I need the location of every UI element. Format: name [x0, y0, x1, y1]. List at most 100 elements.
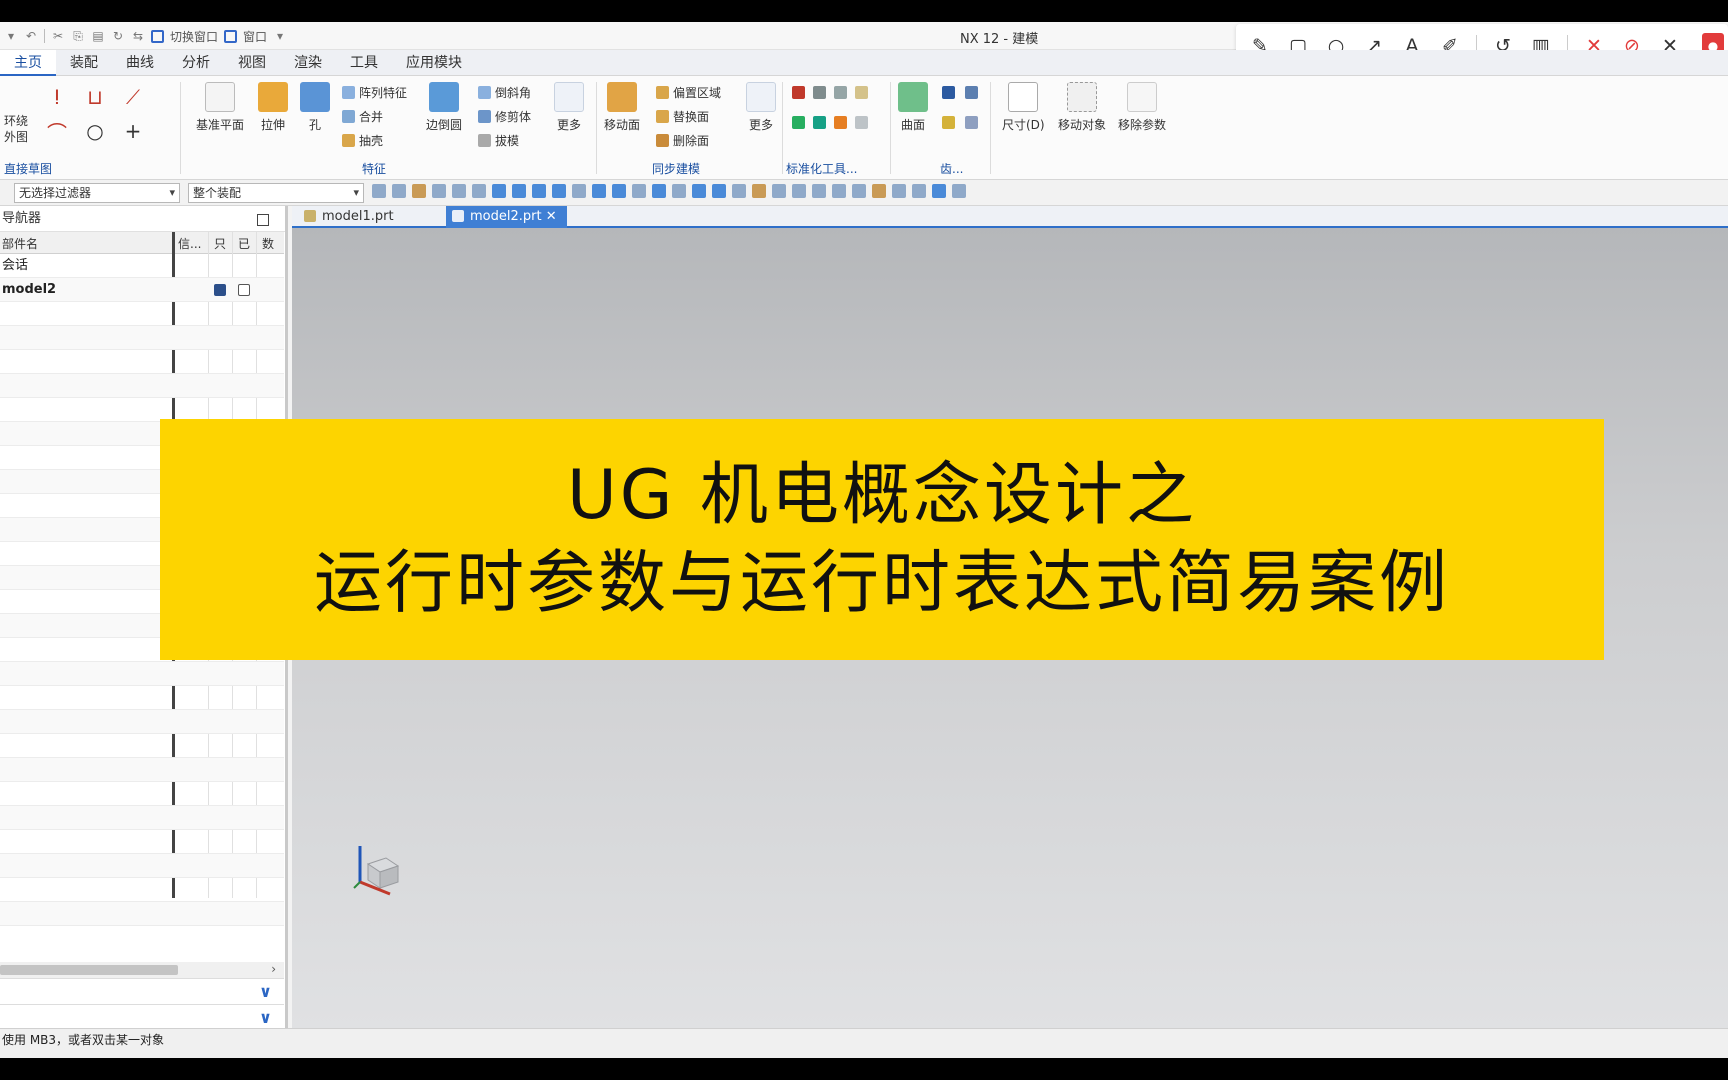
dependencies-pane[interactable]: ∨: [0, 1004, 284, 1030]
display-icon[interactable]: [912, 184, 926, 198]
quadrant-icon[interactable]: [672, 184, 686, 198]
window-icon[interactable]: [224, 29, 238, 43]
existing-point-icon[interactable]: [692, 184, 706, 198]
edge-blend-button[interactable]: 边倒圆: [426, 82, 462, 133]
mesh-icon[interactable]: [942, 116, 955, 129]
column-modified[interactable]: 已: [238, 235, 250, 252]
render-style-icon[interactable]: [812, 184, 826, 198]
pole-icon[interactable]: [772, 184, 786, 198]
line-icon[interactable]: ⟋: [120, 84, 146, 110]
endpoint-icon[interactable]: [512, 184, 526, 198]
selection-scope-select[interactable]: 整个装配: [188, 183, 364, 203]
hole-button[interactable]: 孔: [300, 82, 330, 133]
chamfer-button[interactable]: 倒斜角: [478, 84, 531, 101]
profile-icon[interactable]: ⵑ: [44, 84, 70, 110]
routing-icon[interactable]: [834, 116, 847, 129]
window-label[interactable]: 窗口: [243, 28, 267, 45]
pattern-feature-button[interactable]: 阵列特征: [342, 84, 407, 101]
delete-face-button[interactable]: 删除面: [656, 132, 709, 149]
brush-icon[interactable]: [965, 116, 978, 129]
trim-body-button[interactable]: 修剪体: [478, 108, 531, 125]
chevron-down-icon[interactable]: ∨: [259, 982, 272, 1001]
datum-plane-button[interactable]: 基准平面: [196, 82, 244, 133]
arc-center-icon[interactable]: [652, 184, 666, 198]
cube-icon[interactable]: [492, 184, 506, 198]
cut-icon[interactable]: ✂: [51, 29, 65, 43]
view-orient-icon[interactable]: [792, 184, 806, 198]
fit-icon[interactable]: [832, 184, 846, 198]
copy-icon[interactable]: ⎘: [71, 29, 85, 43]
touch-mode-icon[interactable]: ⇆: [131, 29, 145, 43]
tab-assemblies[interactable]: 装配: [56, 50, 112, 76]
spring-icon[interactable]: [834, 86, 847, 99]
close-icon[interactable]: ✕: [546, 209, 557, 224]
perpendicular-icon[interactable]: [632, 184, 646, 198]
circle-icon[interactable]: ○: [82, 118, 108, 144]
tab-view[interactable]: 视图: [224, 50, 280, 76]
preview-pane[interactable]: ∨: [0, 978, 284, 1004]
chevron-down-icon[interactable]: ∨: [259, 1008, 272, 1027]
move-object-button[interactable]: 移动对象: [1058, 82, 1106, 133]
surface-button[interactable]: 曲面: [898, 82, 928, 133]
midpoint-icon[interactable]: [532, 184, 546, 198]
table-row[interactable]: 会话: [0, 254, 284, 278]
select-icon[interactable]: [372, 184, 386, 198]
switch-window-label[interactable]: 切换窗口: [170, 28, 218, 45]
tab-tools[interactable]: 工具: [336, 50, 392, 76]
chevron-right-icon[interactable]: ›: [271, 962, 276, 976]
section-icon[interactable]: [952, 184, 966, 198]
feature-more-button[interactable]: 更多: [554, 82, 584, 133]
rectangle-icon[interactable]: ⊔: [82, 84, 108, 110]
filter-icon[interactable]: [412, 184, 426, 198]
tab-model1[interactable]: model1.prt: [298, 206, 404, 228]
move-face-button[interactable]: 移动面: [604, 82, 640, 133]
type-filter-select[interactable]: 无选择过滤器: [14, 183, 180, 203]
layer-icon[interactable]: [872, 184, 886, 198]
replace-face-button[interactable]: 替换面: [656, 108, 709, 125]
bearing-icon[interactable]: [855, 86, 868, 99]
shaded-icon[interactable]: [932, 184, 946, 198]
save-icon[interactable]: ▾: [4, 29, 18, 43]
curve-point-icon[interactable]: [612, 184, 626, 198]
point-on-face-icon[interactable]: [732, 184, 746, 198]
shell-button[interactable]: 抽壳: [342, 132, 383, 149]
scrollbar-thumb[interactable]: [0, 965, 178, 975]
column-part-name[interactable]: 部件名: [2, 235, 38, 252]
tab-analysis[interactable]: 分析: [168, 50, 224, 76]
line-point-icon[interactable]: [552, 184, 566, 198]
intersection-icon[interactable]: [592, 184, 606, 198]
column-readonly[interactable]: 只: [214, 235, 226, 252]
draft-button[interactable]: 拔模: [478, 132, 519, 149]
deselect-icon[interactable]: [392, 184, 406, 198]
offset-region-button[interactable]: 偏置区域: [656, 84, 721, 101]
snap-icon[interactable]: [432, 184, 446, 198]
table-row[interactable]: model2: [0, 278, 284, 302]
point-on-curve-icon[interactable]: [712, 184, 726, 198]
switch-window-icon[interactable]: [151, 29, 164, 43]
arc-icon[interactable]: ⌒: [44, 118, 70, 145]
grid-icon[interactable]: [892, 184, 906, 198]
chevron-down-icon[interactable]: ▾: [273, 29, 287, 43]
size-button[interactable]: 尺寸(D): [1002, 82, 1045, 133]
fastener-icon[interactable]: [813, 116, 826, 129]
tab-home[interactable]: 主页: [0, 50, 56, 76]
extrude-button[interactable]: 拉伸: [258, 82, 288, 133]
pen-icon[interactable]: [965, 86, 978, 99]
snap-icon[interactable]: [452, 184, 466, 198]
rotate-icon[interactable]: [852, 184, 866, 198]
horizontal-scrollbar[interactable]: ›: [0, 962, 284, 978]
control-point-icon[interactable]: [572, 184, 586, 198]
surface-tool-icon[interactable]: [942, 86, 955, 99]
maximize-icon[interactable]: [257, 214, 269, 226]
column-count[interactable]: 数: [262, 235, 274, 252]
wizard-icon[interactable]: [855, 116, 868, 129]
tab-model2[interactable]: model2.prt ✕: [446, 206, 567, 228]
tab-curve[interactable]: 曲线: [112, 50, 168, 76]
remove-params-button[interactable]: 移除参数: [1118, 82, 1166, 133]
sync-more-button[interactable]: 更多: [746, 82, 776, 133]
view-label[interactable]: 外图: [4, 128, 28, 145]
gear-icon[interactable]: [813, 86, 826, 99]
gc-tool-icon[interactable]: [792, 86, 805, 99]
undo-icon[interactable]: ↶: [24, 29, 38, 43]
point-icon[interactable]: +: [120, 118, 146, 144]
